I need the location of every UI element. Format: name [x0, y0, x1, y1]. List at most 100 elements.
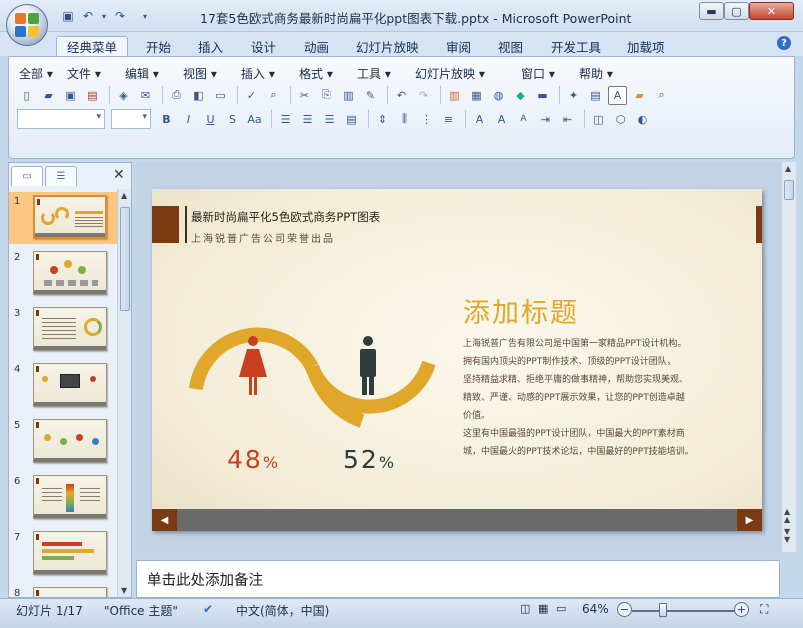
menu-format[interactable]: 格式 ▾	[299, 65, 357, 82]
spacing-icon[interactable]: ⇕	[373, 110, 392, 129]
content-body[interactable]: 上海锐普广告有限公司是中国第一家精品PPT设计机构。 拥有国内顶尖的PPT制作技…	[463, 335, 725, 461]
paste-icon[interactable]: ▥	[339, 86, 358, 105]
arrange-icon[interactable]: ◫	[589, 110, 608, 129]
close-pane-icon[interactable]: ✕	[113, 167, 125, 183]
office-button[interactable]	[6, 4, 48, 46]
normal-view-icon[interactable]: ◫	[520, 602, 530, 615]
shrink-font-icon[interactable]: A	[514, 110, 533, 129]
menu-file[interactable]: 文件 ▾	[67, 65, 125, 82]
copy-icon[interactable]: ⎘	[317, 86, 336, 105]
notes-placeholder[interactable]: 单击此处添加备注	[147, 569, 263, 590]
tab-addins[interactable]: 加载项	[627, 36, 665, 56]
slideshow-view-icon[interactable]: ▭	[556, 602, 566, 615]
tab-developer[interactable]: 开发工具	[551, 36, 601, 56]
slide-view-icon[interactable]: ▭	[211, 86, 230, 105]
tab-insert[interactable]: 插入	[198, 36, 223, 56]
tab-design[interactable]: 设计	[251, 36, 276, 56]
chart-icon[interactable]: ▥	[445, 86, 464, 105]
slide-sorter-icon[interactable]: ▦	[538, 602, 548, 615]
tab-slideshow[interactable]: 幻灯片放映	[356, 36, 419, 56]
tab-classic-menu[interactable]: 经典菜单	[56, 36, 129, 56]
undo-icon[interactable]: ↶	[392, 86, 411, 105]
slide-thumbnail[interactable]: 5	[9, 416, 117, 468]
find-icon[interactable]: ⌕	[652, 86, 671, 105]
numbering-icon[interactable]: ≡	[439, 110, 458, 129]
theme-name[interactable]: "Office 主题"	[104, 602, 178, 619]
female-percent[interactable]: 48%	[227, 445, 280, 474]
bold-icon[interactable]: B	[157, 110, 176, 129]
format-painter-icon[interactable]: ✎	[361, 86, 380, 105]
font-a-icon[interactable]: A	[608, 85, 627, 105]
new-icon[interactable]: ▯	[17, 86, 36, 105]
slide-thumbnail[interactable]: 4	[9, 360, 117, 412]
undo-dropdown-icon[interactable]: ▾	[100, 8, 108, 24]
zoom-in-button[interactable]: +	[734, 602, 749, 617]
language-status[interactable]: 中文(简体，中国)	[236, 602, 329, 619]
scrollbar-thumb[interactable]	[784, 180, 794, 200]
tab-view[interactable]: 视图	[498, 36, 523, 56]
pdf-icon[interactable]: ▤	[83, 86, 102, 105]
cut-icon[interactable]: ✂	[295, 86, 314, 105]
scroll-up-icon[interactable]: ▲	[121, 191, 127, 200]
spell-check-icon[interactable]: ✓	[242, 86, 261, 105]
slide-area-scrollbar[interactable]: ▲ ▲ ▲ ▼ ▼	[781, 162, 796, 552]
notes-pane[interactable]: 单击此处添加备注	[136, 560, 780, 598]
slide-thumbnail[interactable]: 6	[9, 472, 117, 524]
slide-thumbnail[interactable]: 2	[9, 248, 117, 300]
fit-to-window-icon[interactable]: ⛶	[760, 602, 768, 617]
font-size-combo[interactable]	[111, 109, 151, 129]
research-icon[interactable]: ⌕	[264, 86, 283, 105]
clipart-icon[interactable]: ◍	[489, 86, 508, 105]
align-center-icon[interactable]: ☰	[298, 110, 317, 129]
font-color-icon[interactable]: A	[470, 110, 489, 129]
redo-icon[interactable]: ↷	[414, 86, 433, 105]
help-icon[interactable]: ?	[777, 36, 791, 50]
outdent-icon[interactable]: ⇤	[558, 110, 577, 129]
undo-icon[interactable]: ↶	[80, 8, 96, 24]
save-icon[interactable]: ▣	[61, 86, 80, 105]
zoom-slider-knob[interactable]	[659, 603, 667, 617]
tab-review[interactable]: 审阅	[446, 36, 471, 56]
slide-layout-icon[interactable]: ▤	[586, 86, 605, 105]
menu-help[interactable]: 帮助 ▾	[579, 65, 629, 82]
prev-slide-button[interactable]: ◀	[152, 509, 177, 531]
menu-slideshow[interactable]: 幻灯片放映 ▾	[415, 65, 521, 82]
shapes-icon[interactable]: ▰	[630, 86, 649, 105]
scroll-down-icon[interactable]: ▼	[121, 586, 127, 595]
zoom-level[interactable]: 64%	[582, 602, 609, 616]
next-slide-button[interactable]: ▶	[737, 509, 762, 531]
close-button[interactable]: ✕	[749, 2, 794, 20]
print-icon[interactable]: ⎙	[167, 86, 186, 105]
redo-icon[interactable]: ↷	[112, 8, 128, 24]
zoom-slider[interactable]	[632, 610, 738, 612]
menu-all[interactable]: 全部 ▾	[19, 65, 67, 82]
slide-thumbnail[interactable]: 1	[9, 192, 117, 244]
maximize-button[interactable]: ▢	[724, 2, 749, 20]
permission-icon[interactable]: ◈	[114, 86, 133, 105]
group-icon[interactable]: ⬡	[611, 110, 630, 129]
scrollbar-thumb[interactable]	[120, 207, 130, 311]
table-icon[interactable]: ▦	[467, 86, 486, 105]
align-left-icon[interactable]: ☰	[276, 110, 295, 129]
next-slide-icon[interactable]: ▼ ▼	[784, 528, 790, 544]
menu-window[interactable]: 窗口 ▾	[521, 65, 579, 82]
save-icon[interactable]: ▣	[60, 8, 76, 24]
color-icon[interactable]: ◆	[511, 86, 530, 105]
italic-icon[interactable]: I	[179, 110, 198, 129]
slides-tab[interactable]: ▭	[11, 166, 43, 186]
email-icon[interactable]: ✉	[136, 86, 155, 105]
slides-pane-scrollbar[interactable]: ▲ ▼	[117, 189, 131, 597]
print-preview-icon[interactable]: ◧	[189, 86, 208, 105]
grow-font-icon[interactable]: A	[492, 110, 511, 129]
zoom-out-button[interactable]: −	[617, 602, 632, 617]
male-percent[interactable]: 52%	[343, 445, 396, 474]
tab-animation[interactable]: 动画	[304, 36, 329, 56]
menu-edit[interactable]: 编辑 ▾	[125, 65, 183, 82]
menu-insert[interactable]: 插入 ▾	[241, 65, 299, 82]
bullets-icon[interactable]: ⋮	[417, 110, 436, 129]
tab-home[interactable]: 开始	[146, 36, 171, 56]
slide-thumbnail[interactable]: 8	[9, 584, 117, 597]
outline-tab[interactable]: ☰	[45, 166, 77, 186]
justify-icon[interactable]: ▤	[342, 110, 361, 129]
menu-tools[interactable]: 工具 ▾	[357, 65, 415, 82]
